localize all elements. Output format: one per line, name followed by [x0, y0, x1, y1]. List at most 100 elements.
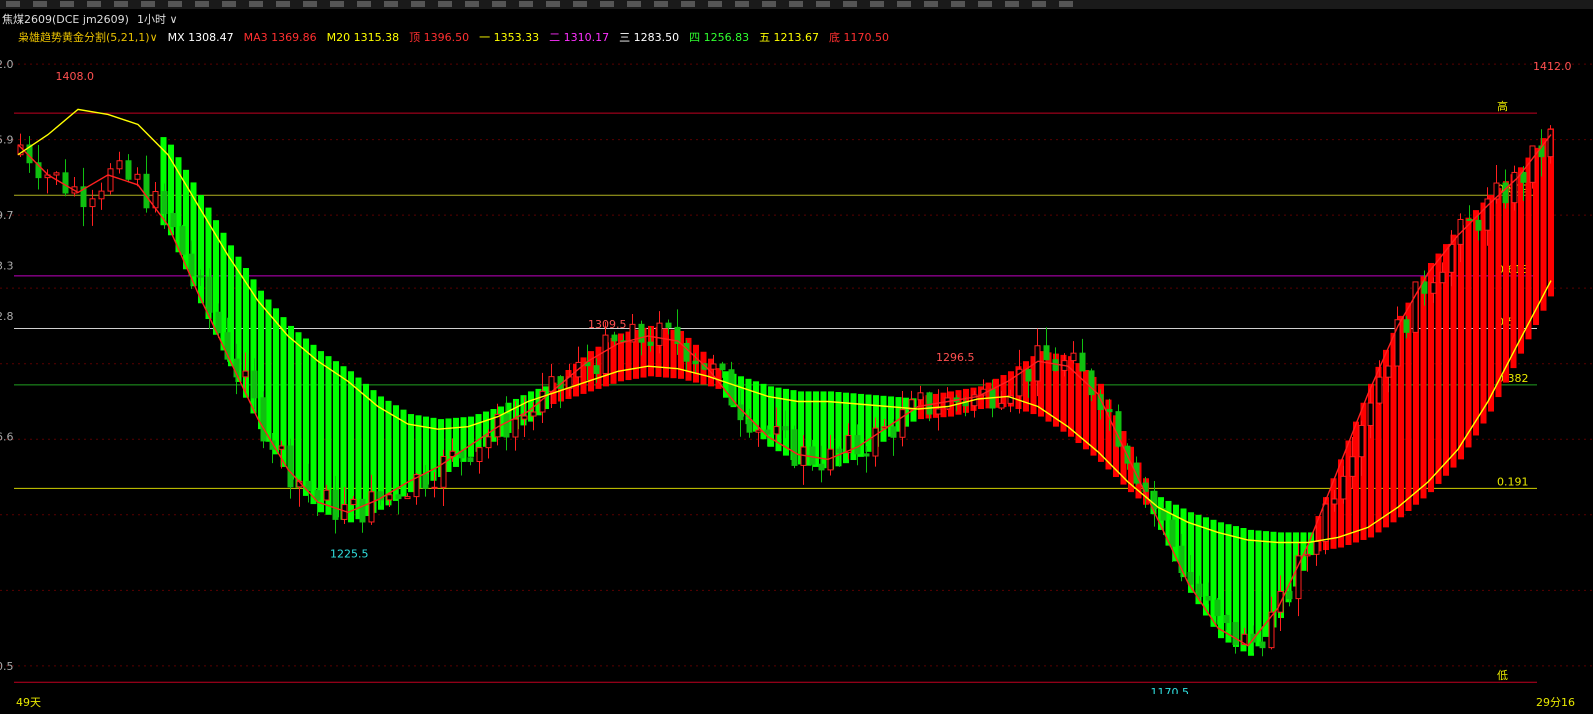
toolbar-icon[interactable] — [1005, 1, 1019, 7]
toolbar-icon[interactable] — [735, 1, 749, 7]
symbol-label: 焦煤2609(DCE jm2609) — [2, 13, 129, 26]
candle-body — [917, 392, 924, 401]
candle-body — [683, 342, 690, 362]
ribbon-bar — [663, 328, 669, 378]
toolbar-icon[interactable] — [1032, 1, 1046, 7]
chart-header: 焦煤2609(DCE jm2609) 1小时 ∨ — [0, 11, 178, 27]
indicator-value: 四 1256.83 — [689, 31, 750, 44]
toolbar-icon[interactable] — [816, 1, 830, 7]
toolbar-icon[interactable] — [195, 1, 209, 7]
candle-body — [809, 446, 816, 465]
ribbon-bar — [1480, 202, 1487, 424]
ribbon-bar — [430, 417, 437, 481]
toolbar-icon[interactable] — [87, 1, 101, 7]
toolbar-icon[interactable] — [519, 1, 533, 7]
toolbar-icon[interactable] — [492, 1, 506, 7]
toolbar-icon[interactable] — [546, 1, 560, 7]
toolbar-icon[interactable] — [114, 1, 128, 7]
indicator-value: 底 1170.50 — [829, 31, 890, 44]
toolbar-icon[interactable] — [330, 1, 344, 7]
indicator-value: 五 1213.67 — [759, 31, 820, 44]
toolbar-icon[interactable] — [384, 1, 398, 7]
toolbar-icon[interactable] — [141, 1, 155, 7]
y-tick-label: 2.0 — [0, 58, 14, 71]
toolbar-icon[interactable] — [681, 1, 695, 7]
toolbar-icon[interactable] — [33, 1, 47, 7]
toolbar-icon[interactable] — [168, 1, 182, 7]
toolbar-icon[interactable] — [897, 1, 911, 7]
candle-body — [503, 413, 510, 438]
toolbar-icon[interactable] — [411, 1, 425, 7]
toolbar-icon[interactable] — [789, 1, 803, 7]
candle-body — [143, 173, 150, 209]
candle-body — [323, 489, 330, 501]
candle-body — [98, 190, 105, 200]
candle-body — [836, 448, 843, 454]
candle-body — [719, 363, 726, 371]
toolbar-icon[interactable] — [249, 1, 263, 7]
candle-body — [1376, 376, 1383, 404]
indicator-value: 顶 1396.50 — [409, 31, 470, 44]
toolbar-icon[interactable] — [924, 1, 938, 7]
candle-body — [791, 429, 798, 466]
chevron-down-icon: ∨ — [149, 31, 158, 44]
candle-body — [1043, 345, 1050, 361]
price-annotation: 1225.5 — [330, 548, 369, 561]
ribbon-bar — [273, 308, 279, 455]
candle-body — [1511, 171, 1518, 204]
toolbar-icon[interactable] — [1059, 1, 1073, 7]
candle-body — [386, 494, 393, 501]
toolbar-icon[interactable] — [951, 1, 965, 7]
toolbar-icon[interactable] — [870, 1, 884, 7]
fib-level-label: 高 — [1497, 99, 1508, 113]
candle-body — [1223, 615, 1230, 624]
candle-body — [1025, 368, 1032, 382]
toolbar-icon[interactable] — [222, 1, 236, 7]
candle-body — [260, 397, 267, 442]
indicator-name[interactable]: 枭雄趋势黄金分割(5,21,1)∨ — [18, 29, 158, 45]
ribbon-bar — [1510, 174, 1517, 369]
price-annotation: 1309.5 — [588, 318, 627, 331]
chevron-down-icon: ∨ — [165, 13, 178, 26]
toolbar-icon[interactable] — [627, 1, 641, 7]
toolbar-icon[interactable] — [762, 1, 776, 7]
toolbar-icon[interactable] — [708, 1, 722, 7]
ribbon-bar — [588, 351, 594, 392]
indicator-bar: 枭雄趋势黄金分割(5,21,1)∨ MX 1308.47 MA3 1369.86 M… — [18, 29, 890, 45]
toolbar-icon[interactable] — [303, 1, 317, 7]
toolbar — [0, 0, 1593, 9]
toolbar-icon[interactable] — [60, 1, 74, 7]
candle-body — [314, 490, 321, 501]
toolbar-icon[interactable] — [276, 1, 290, 7]
candle-body — [665, 322, 672, 328]
period-dropdown[interactable]: 1小时 ∨ — [137, 11, 178, 27]
candle-body — [1196, 583, 1203, 597]
price-annotation: 1170.5 — [1151, 686, 1190, 694]
toolbar-icon[interactable] — [600, 1, 614, 7]
indicator-value: 三 1283.50 — [619, 31, 680, 44]
ribbon-bar — [1473, 210, 1479, 436]
toolbar-icon[interactable] — [465, 1, 479, 7]
candle-body — [512, 418, 519, 438]
candle-body — [872, 427, 879, 457]
toolbar-icon[interactable] — [357, 1, 371, 7]
candlestick-chart[interactable]: 2.05.99.73.32.86.60.5高0.8090.6180.50.382… — [0, 44, 1593, 694]
toolbar-icon[interactable] — [438, 1, 452, 7]
candle-body — [764, 429, 771, 435]
toolbar-icon[interactable] — [843, 1, 857, 7]
indicator-value: 一 1353.33 — [479, 31, 540, 44]
price-annotation: 1412.0 — [1533, 60, 1572, 73]
ribbon-bar — [393, 405, 399, 501]
toolbar-icon[interactable] — [978, 1, 992, 7]
candle-body — [62, 172, 69, 194]
y-tick-label: 3.3 — [0, 260, 14, 273]
ribbon-bar — [865, 394, 872, 452]
candle-body — [125, 160, 132, 180]
ribbon-bar — [1420, 276, 1427, 499]
toolbar-icon[interactable] — [6, 1, 20, 7]
candle-body — [638, 323, 645, 343]
toolbar-icon[interactable] — [573, 1, 587, 7]
candle-body — [1205, 595, 1212, 601]
candle-body — [1448, 243, 1455, 273]
toolbar-icon[interactable] — [654, 1, 668, 7]
